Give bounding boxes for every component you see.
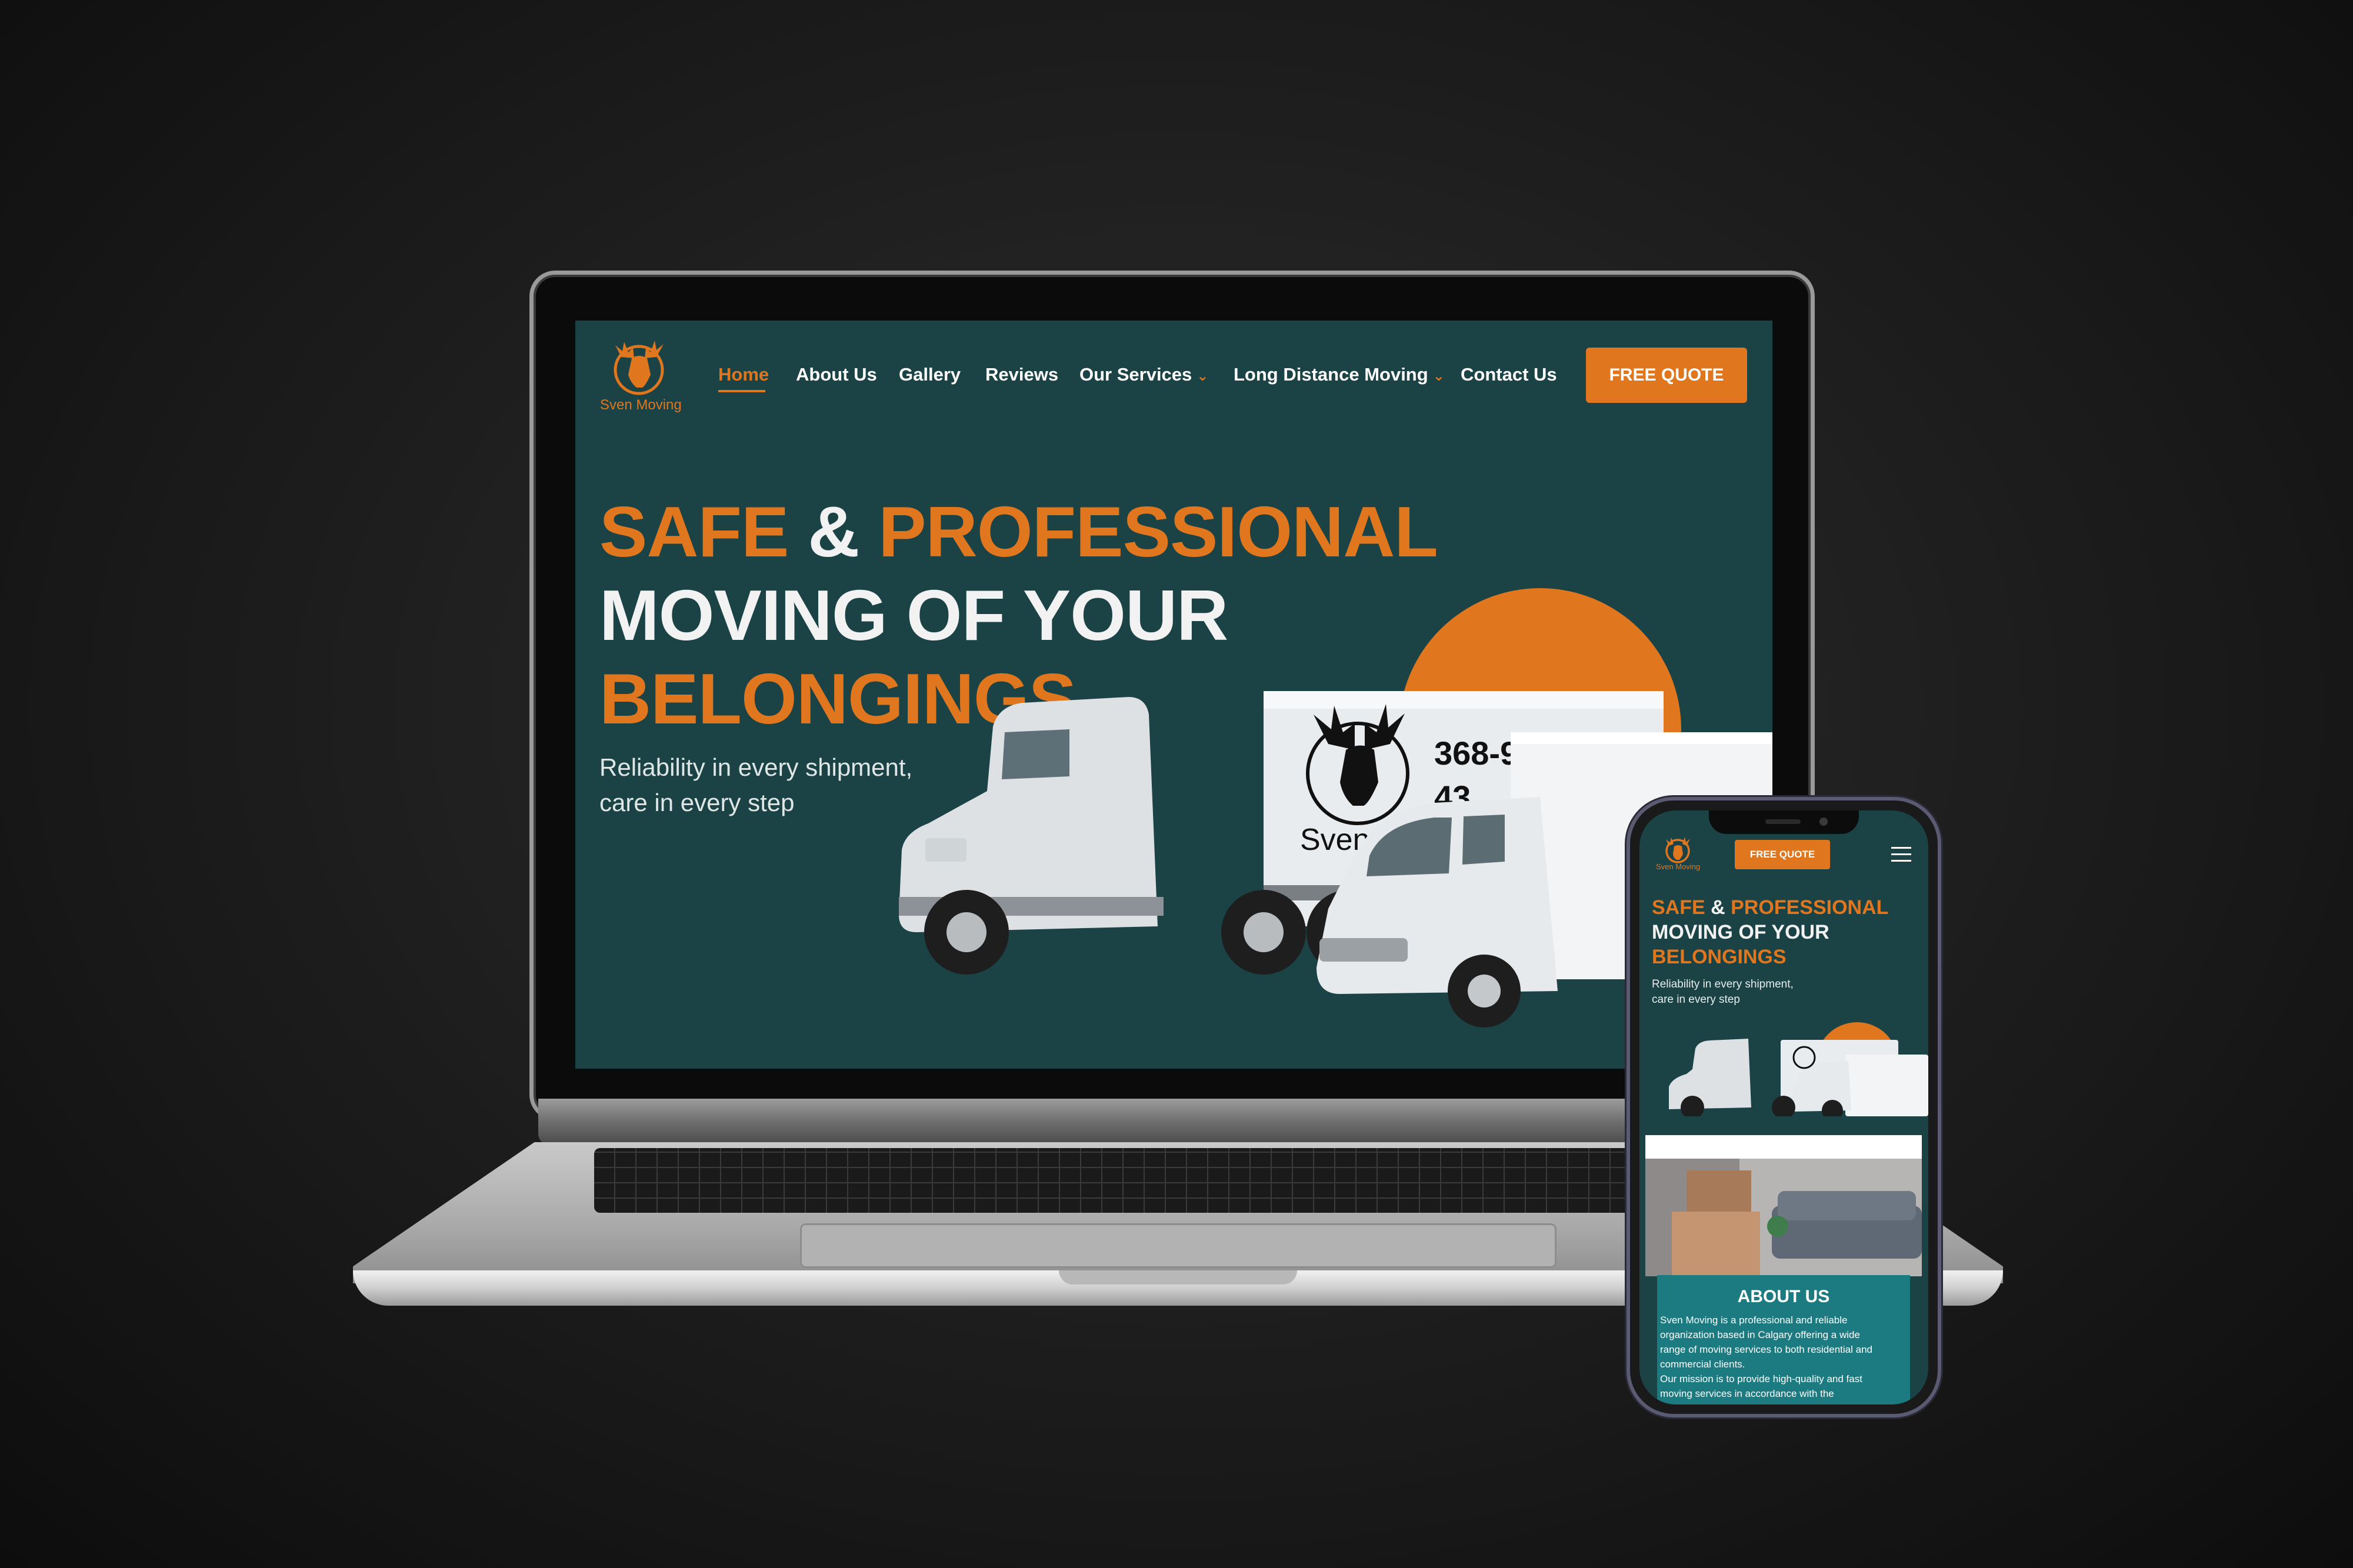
desktop-website: Sven Moving Home About Us Gallery Review… — [575, 321, 1772, 1069]
moose-icon — [1665, 837, 1690, 863]
mobile-about-text-1: Sven Moving is a professional and reliab… — [1660, 1315, 1848, 1326]
nav-contact-us[interactable]: Contact Us — [1461, 364, 1557, 385]
front-camera-icon — [1819, 818, 1828, 826]
chevron-down-icon: ⌄ — [1197, 368, 1209, 384]
mobile-logo[interactable]: Sven Moving — [1656, 834, 1704, 875]
mobile-about-card: ABOUT US Sven Moving is a professional a… — [1657, 1275, 1910, 1404]
laptop-notch — [1059, 1270, 1297, 1285]
nav-about-us[interactable]: About Us — [796, 364, 877, 385]
logo-text: Sven Moving — [600, 397, 682, 413]
mobile-free-quote-button[interactable]: FREE QUOTE — [1735, 840, 1830, 869]
mobile-about-title: ABOUT US — [1737, 1287, 1830, 1306]
mobile-hero-word-professional: PROFESSIONAL — [1731, 896, 1889, 919]
nav-our-services-label: Our Services — [1079, 364, 1192, 385]
mobile-about-text-5: Our mission is to provide high-quality a… — [1660, 1373, 1862, 1384]
moose-icon — [614, 341, 664, 395]
mobile-hero-line3: BELONGINGS — [1652, 946, 1787, 968]
logo[interactable]: Sven Moving — [598, 333, 682, 419]
mobile-hero-trucks-image — [1669, 1022, 1928, 1116]
nav-gallery[interactable]: Gallery — [899, 364, 961, 385]
free-quote-button[interactable]: FREE QUOTE — [1586, 348, 1747, 403]
phone-notch — [1709, 810, 1859, 834]
mobile-hero-subtitle-line1: Reliability in every shipment, — [1652, 978, 1794, 990]
mobile-hero-line2: MOVING OF YOUR — [1652, 921, 1829, 943]
mobile-hero-line1: SAFE & PROFESSIONAL — [1652, 898, 1888, 918]
mobile-about-text-3: range of moving services to both residen… — [1660, 1344, 1872, 1355]
mobile-about-text-6: moving services in accordance with the — [1660, 1388, 1834, 1399]
laptop-hinge — [538, 1099, 1806, 1145]
nav-long-distance-label: Long Distance Moving — [1234, 364, 1428, 385]
mobile-website: Sven Moving FREE QUOTE SAFE & PROFESSION… — [1639, 810, 1928, 1404]
nav-active-underline — [718, 390, 765, 392]
nav-our-services[interactable]: Our Services ⌄ — [1079, 364, 1208, 385]
truck-phone-partial-1: 368-9 — [1434, 735, 1518, 772]
laptop-trackpad — [800, 1223, 1557, 1268]
mobile-hero-word-amp: & — [1711, 896, 1725, 919]
mobile-hero-word-safe: SAFE — [1652, 896, 1705, 919]
chevron-down-icon: ⌄ — [1432, 368, 1445, 384]
nav-long-distance-moving[interactable]: Long Distance Moving ⌄ — [1234, 364, 1445, 385]
mobile-about-text-2: organization based in Calgary offering a… — [1660, 1329, 1860, 1340]
hamburger-menu-icon[interactable] — [1891, 847, 1911, 862]
mobile-about-text-4: commercial clients. — [1660, 1359, 1745, 1370]
nav-reviews[interactable]: Reviews — [985, 364, 1058, 385]
laptop-keyboard — [594, 1148, 1653, 1213]
mobile-section-divider — [1645, 1135, 1922, 1159]
mobile-logo-text: Sven Moving — [1656, 862, 1701, 871]
hero-word-safe: SAFE — [599, 492, 789, 572]
mobile-about-image — [1645, 1159, 1922, 1276]
nav-home[interactable]: Home — [718, 364, 769, 385]
hero-subtitle-line2: care in every step — [599, 789, 795, 816]
